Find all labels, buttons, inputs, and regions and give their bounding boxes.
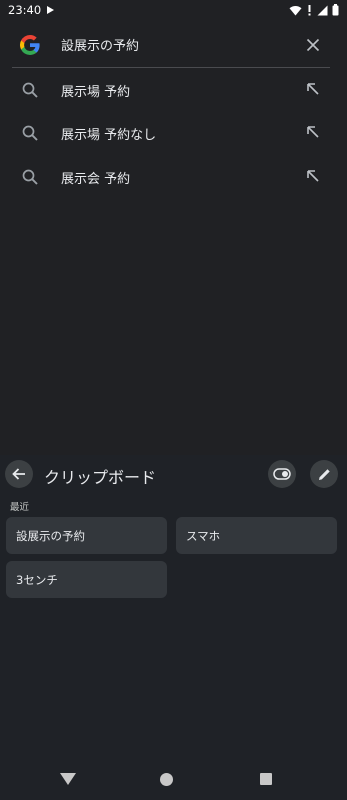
close-icon (306, 38, 320, 52)
clear-search-button[interactable] (302, 34, 324, 56)
clipboard-item[interactable]: スマホ (176, 517, 337, 554)
toggle-icon (273, 468, 291, 480)
clipboard-toolbar: クリップボード (0, 455, 347, 493)
google-logo (20, 34, 40, 55)
pencil-icon (318, 468, 330, 480)
navigation-bar (0, 755, 347, 800)
edit-button[interactable] (310, 460, 338, 488)
clipboard-title: クリップボード (44, 468, 157, 487)
search-icon (22, 125, 38, 141)
insert-arrow-icon[interactable] (305, 168, 321, 184)
nav-back-icon[interactable] (60, 773, 76, 785)
status-icons (289, 4, 339, 16)
nav-home-icon[interactable] (160, 773, 173, 786)
clipboard-panel: クリップボード 最近 設展示の予約 スマホ 3センチ (0, 455, 347, 800)
search-icon (22, 82, 38, 98)
status-time: 23:40 (8, 3, 42, 17)
status-bar: 23:40 (0, 0, 347, 20)
section-label-recent: 最近 (10, 502, 30, 513)
clipboard-toggle-button[interactable] (268, 460, 296, 488)
battery-icon (332, 4, 339, 16)
suggestion-text: 展示場 予約 (61, 85, 131, 100)
signal-icon (317, 5, 328, 15)
back-arrow-icon (12, 468, 25, 480)
clipboard-item[interactable]: 設展示の予約 (6, 517, 167, 554)
wifi-icon (289, 5, 302, 15)
search-input[interactable]: 設展示の予約 (61, 35, 139, 54)
suggestion-item[interactable]: 展示会 予約 (0, 155, 347, 199)
search-icon (22, 169, 38, 185)
silent-icon (308, 4, 311, 15)
suggestion-item[interactable]: 展示場 予約 (0, 68, 347, 112)
clipboard-item[interactable]: 3センチ (6, 561, 167, 598)
suggestion-text: 展示場 予約なし (61, 128, 157, 143)
insert-arrow-icon[interactable] (305, 124, 321, 140)
insert-arrow-icon[interactable] (305, 81, 321, 97)
play-icon (47, 6, 55, 14)
suggestion-item[interactable]: 展示場 予約なし (0, 111, 347, 155)
nav-recents-icon[interactable] (260, 773, 272, 785)
back-button[interactable] (5, 460, 33, 488)
suggestion-text: 展示会 予約 (61, 172, 131, 187)
search-bar[interactable]: 設展示の予約 (0, 20, 347, 70)
